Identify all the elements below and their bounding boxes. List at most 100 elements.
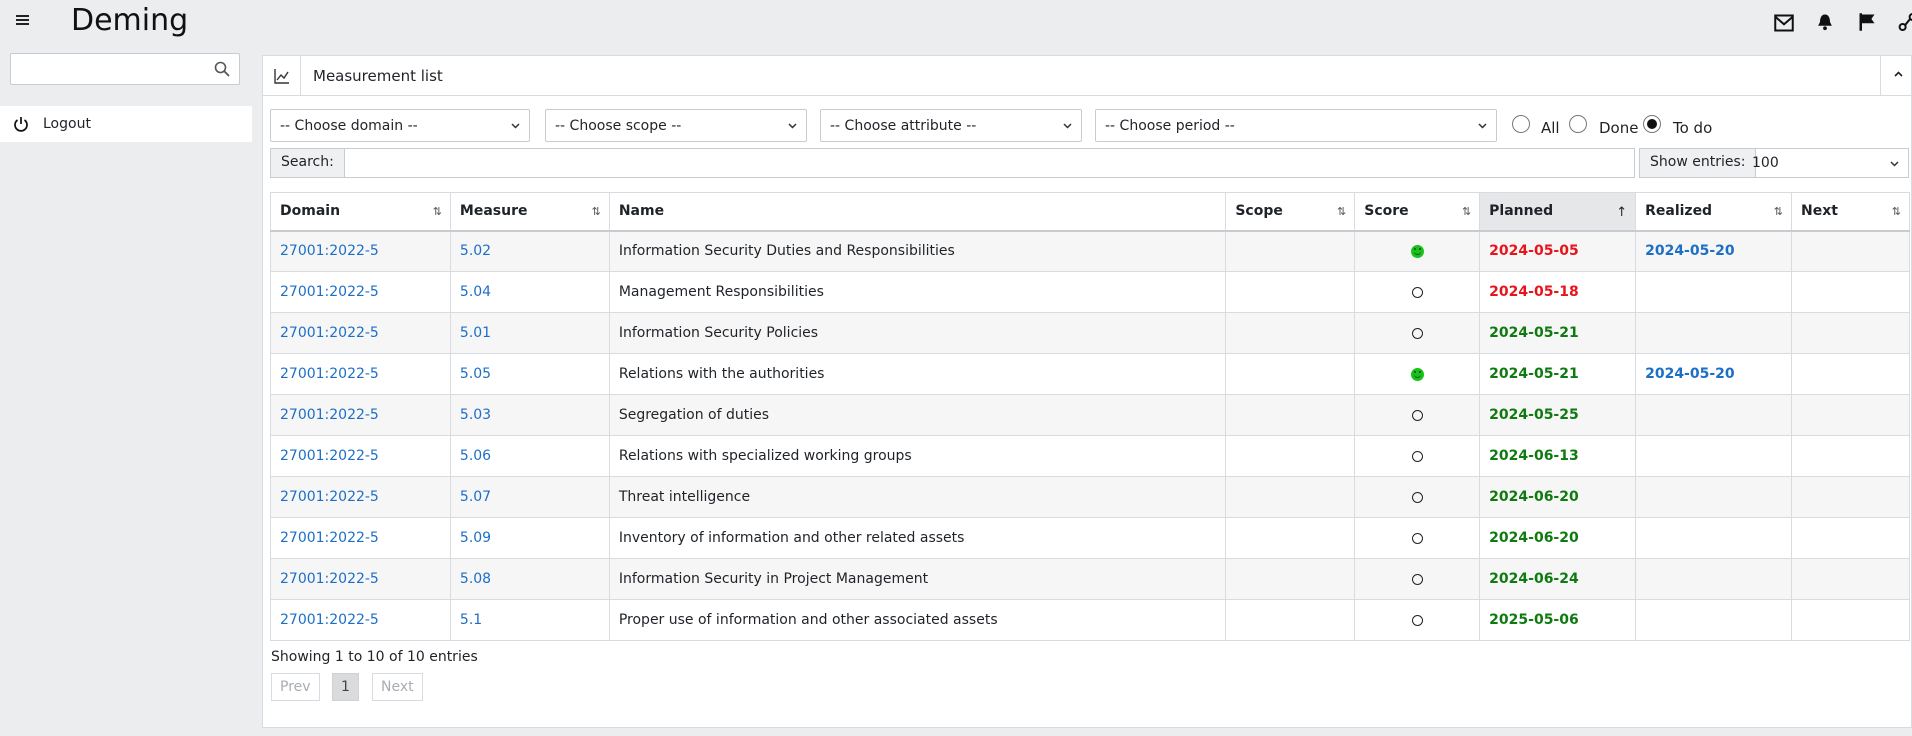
- column-header-realized[interactable]: Realized ⇅: [1635, 192, 1793, 232]
- cell-planned: 2024-06-24: [1479, 558, 1637, 600]
- cell-score[interactable]: [1354, 394, 1481, 436]
- circle-icon: [1411, 532, 1423, 544]
- table-row[interactable]: 27001:2022-5 5.05 Relations with the autho…: [270, 353, 1910, 395]
- cell-score[interactable]: [1354, 312, 1481, 354]
- column-header-measure[interactable]: Measure ⇅: [449, 192, 610, 232]
- measure-link[interactable]: 5.09: [460, 530, 491, 546]
- cell-scope: [1225, 271, 1356, 313]
- table-row[interactable]: 27001:2022-5 5.01 Information Security Pol…: [270, 312, 1910, 354]
- column-header-name[interactable]: Name: [608, 192, 1227, 232]
- search-icon[interactable]: [214, 61, 230, 77]
- domain-link[interactable]: 27001:2022-5: [280, 448, 379, 464]
- attribute-select[interactable]: -- Choose attribute --: [820, 109, 1082, 142]
- measure-link[interactable]: 5.03: [460, 407, 491, 423]
- collapse-icon[interactable]: [1893, 70, 1904, 78]
- cell-score[interactable]: [1354, 476, 1481, 518]
- period-select[interactable]: -- Choose period --: [1095, 109, 1497, 142]
- cell-name: Inventory of information and other relat…: [608, 517, 1227, 559]
- measure-link[interactable]: 5.04: [460, 284, 491, 300]
- cell-measure: 5.09: [449, 517, 610, 559]
- cell-score[interactable]: [1354, 517, 1481, 559]
- column-header-domain[interactable]: Domain ⇅: [270, 192, 451, 232]
- table-row[interactable]: 27001:2022-5 5.08 Information Security in …: [270, 558, 1910, 600]
- radio-all[interactable]: [1512, 115, 1530, 133]
- cell-scope: [1225, 517, 1356, 559]
- next-page-button[interactable]: Next: [372, 673, 423, 701]
- entries-select[interactable]: Show entries: 100: [1639, 148, 1909, 178]
- measurement-card: Measurement list -- Choose domain -- -- …: [262, 55, 1912, 728]
- column-label: Next: [1801, 203, 1838, 220]
- cell-score[interactable]: [1354, 599, 1481, 641]
- scope-select[interactable]: -- Choose scope --: [545, 109, 807, 142]
- cell-measure: 5.02: [449, 230, 610, 272]
- cell-domain: 27001:2022-5: [270, 599, 451, 641]
- cell-score[interactable]: [1354, 353, 1481, 395]
- cell-score[interactable]: [1354, 230, 1481, 272]
- column-header-planned[interactable]: Planned ↑: [1479, 192, 1637, 232]
- cell-planned: 2024-06-20: [1479, 476, 1637, 518]
- measure-link[interactable]: 5.07: [460, 489, 491, 505]
- radio-todo[interactable]: [1643, 115, 1661, 133]
- measure-link[interactable]: 5.02: [460, 243, 491, 259]
- cell-realized: [1635, 435, 1793, 477]
- domain-select[interactable]: -- Choose domain --: [270, 109, 530, 142]
- chevron-down-icon: [1890, 161, 1899, 167]
- menu-icon[interactable]: [16, 15, 29, 28]
- domain-link[interactable]: 27001:2022-5: [280, 489, 379, 505]
- cell-next: [1791, 517, 1910, 559]
- column-header-score[interactable]: Score ⇅: [1354, 192, 1481, 232]
- circle-icon: [1411, 614, 1423, 626]
- table-row[interactable]: 27001:2022-5 5.03 Segregation of duties 202…: [270, 394, 1910, 436]
- column-header-scope[interactable]: Scope ⇅: [1225, 192, 1356, 232]
- mail-icon[interactable]: [1774, 13, 1794, 33]
- measure-link[interactable]: 5.1: [460, 612, 482, 628]
- measure-link[interactable]: 5.01: [460, 325, 491, 341]
- entries-label: Show entries:: [1640, 149, 1757, 177]
- network-icon[interactable]: [1897, 12, 1912, 32]
- cell-scope: [1225, 312, 1356, 354]
- smile-icon: [1410, 367, 1424, 381]
- radio-done[interactable]: [1569, 115, 1587, 133]
- column-header-next[interactable]: Next ⇅: [1791, 192, 1910, 232]
- cell-planned: 2024-05-18: [1479, 271, 1637, 313]
- cell-next: [1791, 271, 1910, 313]
- page-1-button[interactable]: 1: [332, 673, 359, 701]
- cell-domain: 27001:2022-5: [270, 394, 451, 436]
- measure-link[interactable]: 5.05: [460, 366, 491, 382]
- flag-icon[interactable]: [1857, 12, 1877, 32]
- domain-link[interactable]: 27001:2022-5: [280, 284, 379, 300]
- domain-link[interactable]: 27001:2022-5: [280, 243, 379, 259]
- cell-score[interactable]: [1354, 271, 1481, 313]
- cell-name: Proper use of information and other asso…: [608, 599, 1227, 641]
- table-search-label: Search:: [271, 149, 345, 177]
- table-row[interactable]: 27001:2022-5 5.07 Threat intelligence 2024-…: [270, 476, 1910, 518]
- cell-domain: 27001:2022-5: [270, 353, 451, 395]
- prev-page-button[interactable]: Prev: [271, 673, 320, 701]
- domain-link[interactable]: 27001:2022-5: [280, 530, 379, 546]
- sidebar-search-input[interactable]: [10, 53, 240, 85]
- table-row[interactable]: 27001:2022-5 5.1 Proper use of information…: [270, 599, 1910, 641]
- domain-link[interactable]: 27001:2022-5: [280, 407, 379, 423]
- domain-link[interactable]: 27001:2022-5: [280, 612, 379, 628]
- cell-name: Management Responsibilities: [608, 271, 1227, 313]
- domain-link[interactable]: 27001:2022-5: [280, 366, 379, 382]
- cell-score[interactable]: [1354, 558, 1481, 600]
- cell-next: [1791, 599, 1910, 641]
- measure-link[interactable]: 5.08: [460, 571, 491, 587]
- cell-name: Information Security in Project Manageme…: [608, 558, 1227, 600]
- table-search[interactable]: Search:: [270, 148, 1635, 178]
- circle-icon: [1411, 409, 1423, 421]
- table-row[interactable]: 27001:2022-5 5.04 Management Responsibilit…: [270, 271, 1910, 313]
- table-row[interactable]: 27001:2022-5 5.06 Relations with specializ…: [270, 435, 1910, 477]
- measure-link[interactable]: 5.06: [460, 448, 491, 464]
- table-row[interactable]: 27001:2022-5 5.02 Information Security Dut…: [270, 230, 1910, 272]
- cell-score[interactable]: [1354, 435, 1481, 477]
- bell-icon[interactable]: [1815, 12, 1835, 32]
- domain-link[interactable]: 27001:2022-5: [280, 325, 379, 341]
- domain-link[interactable]: 27001:2022-5: [280, 571, 379, 587]
- cell-planned: 2024-05-21: [1479, 353, 1637, 395]
- table-row[interactable]: 27001:2022-5 5.09 Inventory of information…: [270, 517, 1910, 559]
- chevron-down-icon: [1063, 123, 1072, 129]
- sidebar-item-logout[interactable]: Logout: [0, 106, 252, 142]
- cell-name: Relations with specialized working group…: [608, 435, 1227, 477]
